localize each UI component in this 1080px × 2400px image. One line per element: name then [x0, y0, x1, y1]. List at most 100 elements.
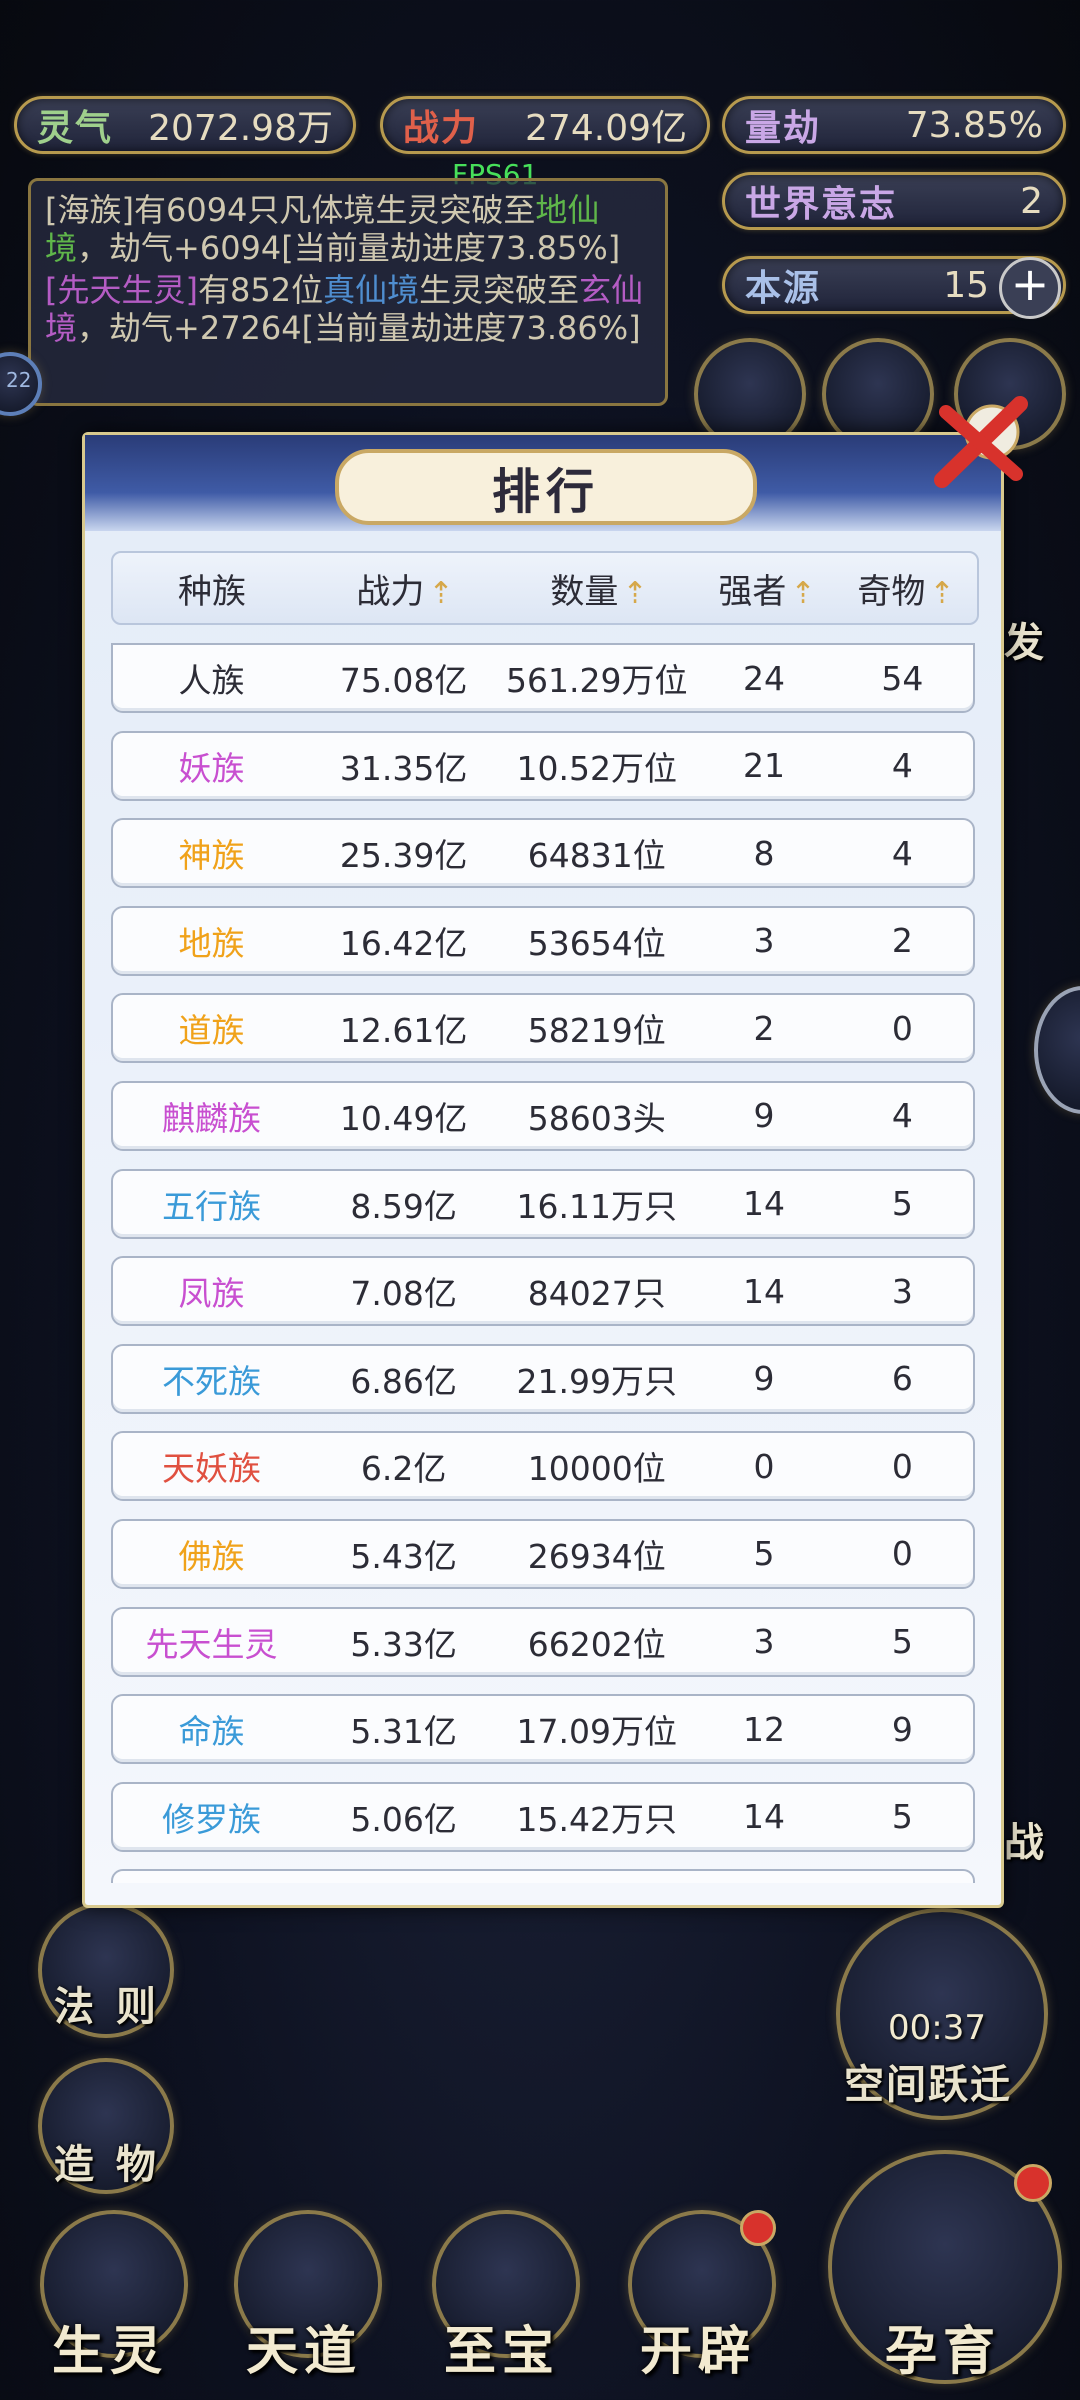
faze-label: 法 则: [54, 1984, 160, 2030]
table-row[interactable]: 修罗族 5.06亿 15.42万只 14 5: [111, 1781, 975, 1852]
notification-dot: [740, 2210, 776, 2246]
power-cell: 5.43亿: [350, 1536, 457, 1576]
race-cell: 命族: [178, 1712, 245, 1752]
count-cell: 84027只: [527, 1274, 666, 1314]
count-cell: 16.11万只: [516, 1186, 677, 1226]
strong-cell: 9: [753, 1096, 775, 1136]
treasure-cell: 5: [891, 1622, 913, 1662]
zhanli-stat: 战力 274.09亿: [380, 96, 710, 154]
add-benyuan-button[interactable]: +: [999, 257, 1061, 319]
liangjie-stat[interactable]: 量劫 73.85%: [722, 96, 1066, 154]
col-power-sort[interactable]: 战力 ⇡: [311, 564, 499, 613]
strong-cell: 24: [742, 658, 785, 698]
benyuan-stat: 本源 15 +: [722, 256, 1066, 319]
count-cell: 58603头: [527, 1098, 666, 1138]
treasure-cell: 0: [891, 1534, 913, 1574]
log-text: 生灵突破至: [419, 271, 580, 309]
power-cell: 7.08亿: [350, 1274, 457, 1314]
col-count: 数量: [550, 571, 619, 612]
race-cell: 天妖族: [162, 1449, 262, 1489]
lingqi-value: 2072.98万: [148, 108, 333, 149]
table-row[interactable]: 天妖族 6.2亿 10000位 0 0: [111, 1431, 975, 1502]
power-cell: 31.35亿: [339, 748, 468, 788]
power-cell: 25.39亿: [339, 836, 468, 876]
count-cell: 561.29万位: [506, 661, 688, 700]
sort-arrow-icon: ⇡: [790, 575, 816, 611]
race-cell: 妖族: [178, 748, 245, 788]
count-cell: 58219位: [527, 1011, 666, 1051]
race-cell: 地族: [178, 923, 245, 963]
treasure-cell: 0: [891, 1446, 913, 1486]
race-cell: 不死族: [162, 1361, 262, 1401]
sort-arrow-icon: ⇡: [622, 575, 648, 611]
nav-tiandao[interactable]: 天道: [214, 2200, 394, 2390]
treasure-cell: 0: [891, 1008, 913, 1048]
world-will-label: 世界意志: [745, 184, 898, 225]
race-cell: 麒麟族: [162, 1098, 262, 1138]
zhanli-value: 274.09亿: [525, 108, 687, 149]
race-cell: 修罗族: [162, 1799, 262, 1839]
count-cell: 10.52万位: [516, 748, 677, 788]
col-treasure-sort[interactable]: 奇物 ⇡: [835, 564, 977, 613]
col-strong-sort[interactable]: 强者 ⇡: [699, 564, 835, 613]
side-round-button[interactable]: [1034, 986, 1080, 1114]
count-cell: 15.42万只: [516, 1799, 677, 1839]
close-icon[interactable]: [932, 392, 1032, 492]
modal-title: 排行: [335, 449, 757, 525]
table-row[interactable]: 人族 75.08亿 561.29万位 24 54: [111, 643, 975, 713]
treasure-cell: 3: [891, 1271, 913, 1311]
count-cell: 10000位: [527, 1449, 666, 1489]
race-cell: 先天生灵: [145, 1624, 278, 1664]
left-badge-count: 22: [6, 368, 32, 392]
world-will-value: 2: [1020, 180, 1043, 222]
race-cell: 仙族: [113, 1880, 310, 1883]
nav-zhibao[interactable]: 至宝: [412, 2200, 592, 2390]
log-text: [海族]有6094只凡体境生灵突破至: [45, 191, 536, 229]
sort-arrow-icon: ⇡: [929, 575, 955, 611]
treasure-cell: 2: [891, 921, 913, 961]
side-label-fa: 发: [1004, 620, 1048, 666]
sort-arrow-icon: ⇡: [428, 575, 454, 611]
table-row[interactable]: 五行族 8.59亿 16.11万只 14 5: [111, 1168, 975, 1239]
table-row[interactable]: 先天生灵 5.33亿 66202位 3 5: [111, 1606, 975, 1677]
table-row[interactable]: 道族 12.61亿 58219位 2 0: [111, 993, 975, 1064]
nav-kaipi[interactable]: 开辟: [608, 2200, 788, 2390]
strong-cell: 9: [753, 1359, 775, 1399]
table-row[interactable]: 妖族 31.35亿 10.52万位 21 4: [111, 730, 975, 801]
table-row[interactable]: 神族 25.39亿 64831位 8 4: [111, 818, 975, 889]
power-cell: 12.61亿: [339, 1011, 468, 1051]
liangjie-label: 量劫: [745, 108, 822, 149]
side-label-zhan: 战: [1004, 1820, 1048, 1866]
log-text: ，劫气+6094[当前量劫进度73.85%]: [77, 229, 621, 267]
table-row[interactable]: 凤族 7.08亿 84027只 14 3: [111, 1256, 975, 1327]
nav-kaipi-label: 开辟: [639, 2322, 756, 2382]
nav-zhibao-label: 至宝: [443, 2322, 560, 2382]
world-will-stat[interactable]: 世界意志 2: [722, 172, 1066, 230]
log-race: [先天生灵]: [45, 271, 198, 309]
col-strong: 强者: [718, 571, 787, 612]
power-cell: 75.08亿: [339, 661, 468, 700]
table-row[interactable]: 地族 16.42亿 53654位 3 2: [111, 905, 975, 976]
table-row[interactable]: 佛族 5.43亿 26934位 5 0: [111, 1518, 975, 1589]
strong-cell: 2: [753, 1008, 775, 1048]
strong-cell: 21: [742, 746, 785, 786]
countdown-timer: 00:37: [888, 2008, 986, 2048]
space-jump-label: 空间跃迁: [844, 2062, 1012, 2108]
liangjie-value: 73.85%: [905, 104, 1043, 146]
race-cell: 五行族: [162, 1186, 262, 1226]
nav-yunyu[interactable]: 孕育: [818, 2150, 1068, 2390]
col-count-sort[interactable]: 数量 ⇡: [499, 564, 699, 613]
treasure-cell: 9: [891, 1709, 913, 1749]
strong-cell: 14: [742, 1271, 785, 1311]
log-realm: 真仙境: [323, 271, 420, 309]
race-cell: 人族: [178, 661, 245, 700]
ranking-list[interactable]: 人族 75.08亿 561.29万位 24 54 妖族 31.35亿 10.52万位 21 4 神族…: [111, 643, 975, 1883]
table-row[interactable]: 命族 5.31亿 17.09万位 12 9: [111, 1694, 975, 1765]
nav-shengling-label: 生灵: [51, 2322, 168, 2382]
treasure-cell: 5: [891, 1184, 913, 1224]
table-row[interactable]: 麒麟族 10.49亿 58603头 9 4: [111, 1080, 975, 1151]
table-row[interactable]: 不死族 6.86亿 21.99万只 9 6: [111, 1343, 975, 1414]
table-row[interactable]: 仙族5.05亿26968位01: [111, 1869, 975, 1883]
benyuan-value: 15: [943, 264, 989, 306]
nav-shengling[interactable]: 生灵: [20, 2200, 200, 2390]
